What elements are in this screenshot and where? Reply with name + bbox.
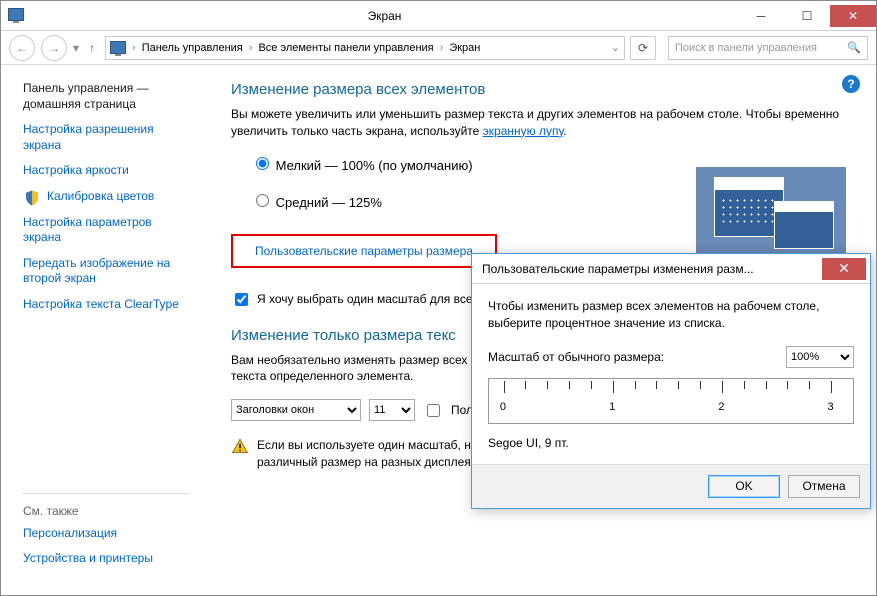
navbar: ← → ▾ ↑ › Панель управления › Все элемен… (1, 31, 876, 65)
dialog-title-text: Пользовательские параметры изменения раз… (482, 262, 822, 276)
shield-icon (23, 189, 41, 207)
one-scale-checkbox[interactable] (235, 293, 248, 306)
window-title: Экран (31, 9, 738, 23)
warning-icon (231, 437, 249, 455)
sidebar-link-cleartype[interactable]: Настройка текста ClearType (23, 297, 189, 313)
radio-small-input[interactable] (256, 157, 269, 170)
sidebar-link-resolution[interactable]: Настройка разрешения экрана (23, 122, 189, 153)
sidebar-link-project[interactable]: Передать изображение навторой экран (23, 256, 189, 287)
sidebar-link-personalization[interactable]: Персонализация (23, 526, 189, 542)
dialog-titlebar[interactable]: Пользовательские параметры изменения раз… (472, 254, 870, 284)
forward-button[interactable]: → (41, 35, 67, 61)
sidebar-home[interactable]: Панель управления —домашняя страница (23, 81, 189, 112)
custom-size-link[interactable]: Пользовательские параметры размера (255, 244, 473, 258)
search-placeholder: Поиск в панели управления (675, 42, 817, 54)
refresh-button[interactable]: ⟳ (630, 36, 656, 60)
ruler-label: 1 (609, 401, 615, 413)
ruler-label: 2 (718, 401, 724, 413)
separator (23, 493, 189, 494)
titlebar: Экран ─ ☐ ✕ (1, 1, 876, 31)
one-scale-label: Я хочу выбрать один масштаб для всех (257, 292, 478, 306)
window-root: Экран ─ ☐ ✕ ← → ▾ ↑ › Панель управления … (0, 0, 877, 596)
close-button[interactable]: ✕ (830, 5, 876, 27)
custom-size-highlight: Пользовательские параметры размера (231, 234, 497, 268)
recent-dropdown[interactable]: ▾ (73, 41, 79, 55)
sidebar-link-brightness[interactable]: Настройка яркости (23, 163, 189, 179)
heading-resize-all: Изменение размера всех элементов (231, 81, 856, 98)
preview-image (696, 167, 846, 257)
breadcrumb-dropdown-icon[interactable]: ⌄ (611, 41, 620, 54)
sidebar-link-calibration[interactable]: Калибровка цветов (47, 189, 154, 205)
up-button[interactable]: ↑ (85, 41, 99, 55)
dialog-footer: OK Отмена (472, 464, 870, 508)
cancel-button[interactable]: Отмена (788, 475, 860, 498)
search-icon: 🔍 (847, 41, 861, 54)
ruler-label: 0 (500, 401, 506, 413)
see-also-header: См. также (23, 504, 189, 518)
font-sample-label: Segoe UI, 9 пт. (488, 436, 854, 450)
window-icon (1, 8, 31, 24)
sidebar-link-devices[interactable]: Устройства и принтеры (23, 551, 189, 567)
help-icon[interactable]: ? (842, 75, 860, 93)
custom-scale-dialog: Пользовательские параметры изменения раз… (471, 253, 871, 509)
ok-button[interactable]: OK (708, 475, 780, 498)
desc-resize-all: Вы можете увеличить или уменьшить размер… (231, 106, 856, 140)
maximize-button[interactable]: ☐ (784, 5, 830, 27)
scale-label: Масштаб от обычного размера: (488, 350, 664, 364)
breadcrumb-item[interactable]: Панель управления (142, 42, 243, 54)
breadcrumb-bar[interactable]: › Панель управления › Все элементы панел… (105, 36, 625, 60)
sidebar: Панель управления —домашняя страница Нас… (1, 65, 201, 595)
radio-medium-input[interactable] (256, 194, 269, 207)
dialog-instructions: Чтобы изменить размер всех элементов на … (488, 298, 854, 332)
sidebar-link-params[interactable]: Настройка параметров экрана (23, 215, 189, 246)
ruler[interactable]: 0 1 2 3 (488, 378, 854, 424)
ruler-label: 3 (828, 401, 834, 413)
breadcrumb-item[interactable]: Экран (449, 42, 480, 54)
magnifier-link[interactable]: экранную лупу (483, 124, 564, 138)
fontsize-select[interactable]: 11 (369, 399, 415, 421)
scale-select[interactable]: 100% (786, 346, 854, 368)
back-button[interactable]: ← (9, 35, 35, 61)
element-select[interactable]: Заголовки окон (231, 399, 361, 421)
bold-checkbox[interactable] (427, 404, 440, 417)
breadcrumb-icon (110, 41, 126, 54)
dialog-close-button[interactable]: ✕ (822, 258, 866, 280)
breadcrumb-item[interactable]: Все элементы панели управления (258, 42, 433, 54)
search-input[interactable]: Поиск в панели управления 🔍 (668, 36, 868, 60)
minimize-button[interactable]: ─ (738, 5, 784, 27)
